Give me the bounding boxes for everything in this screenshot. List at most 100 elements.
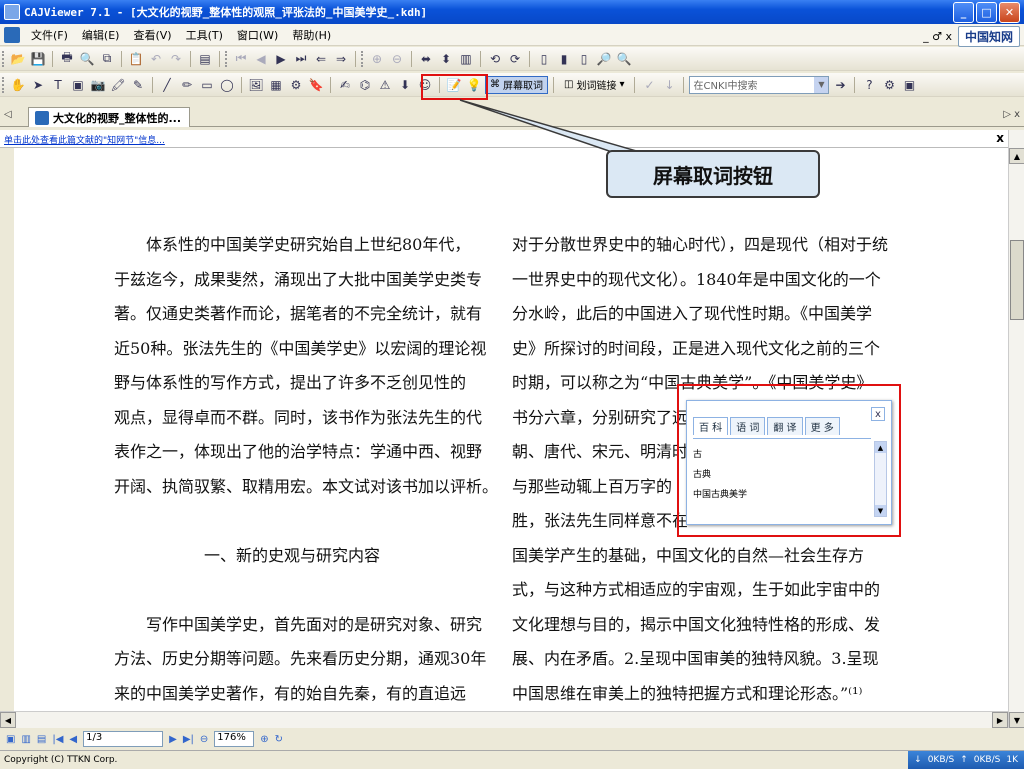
next-page-icon[interactable]: ▶ [272,50,290,68]
mdi-controls[interactable]: _ ♂ x [923,30,952,43]
menu-help[interactable]: 帮助(H) [285,27,338,43]
warning-icon[interactable]: ⚠ [376,76,394,94]
image-select-icon[interactable]: ▣ [69,76,87,94]
page-setup-icon[interactable]: ▤ [196,50,214,68]
facing-page-icon[interactable]: ▯ [575,50,593,68]
document-menu-icon[interactable] [4,26,20,43]
save-icon[interactable]: 💾 [29,50,47,68]
next-page-icon[interactable]: ▶ [169,734,177,745]
undo-icon[interactable]: ↶ [147,50,165,68]
tab-controls[interactable]: ▷ x [1003,109,1020,120]
close-button[interactable]: ✕ [999,2,1020,23]
tab-document[interactable]: 大文化的视野_整体性的... [28,107,191,127]
continuous-page-icon[interactable]: ▮ [555,50,573,68]
list-item[interactable]: 中国古典美学 [693,485,871,505]
cnki-button[interactable]: 中国知网 [957,26,1020,47]
search-go-icon[interactable]: ➔ [831,76,849,94]
list-item[interactable]: 古典 [693,465,871,485]
zoom-in-icon[interactable]: ⊕ [368,50,386,68]
bookmark-icon[interactable]: 🔖 [307,76,325,94]
magnify-plus-icon[interactable]: 🔍 [615,50,633,68]
ocr-icon[interactable]: ✍ [336,76,354,94]
menu-edit[interactable]: 编辑(E) [75,27,127,43]
outline-icon[interactable]: ▤ [37,734,46,745]
gear-icon[interactable]: ⚙ [287,76,305,94]
scroll-thumb[interactable] [1010,240,1024,320]
menu-file[interactable]: 文件(F) [24,27,75,43]
open-icon[interactable]: 📂 [9,50,27,68]
menu-window[interactable]: 窗口(W) [230,27,285,43]
hand-icon[interactable]: ✋ [9,76,27,94]
zoom-in-icon[interactable]: ⊕ [260,734,268,745]
cnki-search-input[interactable]: 在CNKI中搜索 ▼ [689,75,830,94]
disabled-tool-icon[interactable]: ✓ [640,76,658,94]
thumbnail-icon[interactable]: ▥ [21,734,30,745]
menu-tools[interactable]: 工具(T) [179,27,230,43]
translate-icon[interactable]: ⌬ [356,76,374,94]
prev-page-icon[interactable]: ◀ [252,50,270,68]
rectangle-icon[interactable]: ▭ [198,76,216,94]
screen-word-button[interactable]: ⌘ 屏幕取词 [485,75,548,94]
first-page-icon[interactable]: ⏮ [232,50,250,68]
maximize-button[interactable]: □ [976,2,997,23]
rotate-icon[interactable]: ↻ [275,734,283,745]
horizontal-scrollbar[interactable]: ◀ ▶ [0,711,1008,728]
knowledge-node-link[interactable]: 单击此处查看此篇文献的"知网节"信息... [4,133,165,146]
download-icon[interactable]: ⬇ [396,76,414,94]
vertical-scrollbar[interactable]: ▲ ▼ [1008,130,1024,728]
popup-tab-dictionary[interactable]: 语 词 [730,417,766,435]
scroll-left-button[interactable]: ◀ [0,712,16,728]
minimize-button[interactable]: _ [953,2,974,23]
stamp-icon[interactable]: ▦ [267,76,285,94]
columns-icon[interactable]: ▥ [457,50,475,68]
disabled-tool-2-icon[interactable]: ↓ [660,76,678,94]
prev-page-icon[interactable]: ◀ [69,734,77,745]
copy-icon[interactable]: ⧉ [98,50,116,68]
first-page-icon[interactable]: |◀ [52,734,63,745]
snapshot-icon[interactable]: 📷 [89,76,107,94]
chevron-down-icon[interactable]: ▼ [875,505,886,516]
select-arrow-icon[interactable]: ➤ [29,76,47,94]
fit-width-icon[interactable]: ⬌ [417,50,435,68]
tab-scroll-left[interactable]: ◁ [4,109,12,120]
word-link-button[interactable]: ◫ 划词链接 ▾ [559,76,629,94]
print-icon[interactable]: 🖶 [58,50,76,68]
image-icon[interactable]: 🖼 [247,76,265,94]
settings-icon[interactable]: ⚙ [880,76,898,94]
toolbar-grip[interactable] [2,50,5,67]
menu-view[interactable]: 查看(V) [126,27,178,43]
popup-tab-encyclopedia[interactable]: 百 科 [693,417,729,435]
last-page-icon[interactable]: ▶| [183,734,194,745]
scroll-right-button[interactable]: ▶ [992,712,1008,728]
popup-tab-translate[interactable]: 翻 译 [767,417,803,435]
fit-page-icon[interactable]: ⬍ [437,50,455,68]
help-icon[interactable]: ? [860,76,878,94]
text-select-icon[interactable]: T [49,76,67,94]
popup-tab-more[interactable]: 更 多 [804,417,840,435]
single-page-icon[interactable]: ▯ [535,50,553,68]
zoom-out-icon[interactable]: ⊖ [388,50,406,68]
ellipse-icon[interactable]: ◯ [218,76,236,94]
last-page-icon[interactable]: ⏭ [292,50,310,68]
highlight-icon[interactable]: 🖍 [109,76,127,94]
rotate-right-icon[interactable]: ⟳ [506,50,524,68]
chevron-down-icon[interactable]: ▼ [814,76,829,93]
pen-icon[interactable]: ✏ [178,76,196,94]
scroll-down-button[interactable]: ▼ [1009,712,1024,728]
chevron-up-icon[interactable]: ▲ [875,442,886,453]
note-icon[interactable]: ✎ [129,76,147,94]
rotate-icon[interactable]: ⟲ [486,50,504,68]
close-icon[interactable]: x [996,131,1004,145]
window-icon[interactable]: ▣ [900,76,918,94]
page-number-input[interactable]: 1/3 [83,731,164,747]
print-preview-icon[interactable]: 🔍 [78,50,96,68]
redo-icon[interactable]: ↷ [167,50,185,68]
list-item[interactable]: 古 [693,445,871,465]
zoom-input[interactable]: 176% [214,731,255,747]
view-mode-icon[interactable]: ▣ [6,734,15,745]
scroll-up-button[interactable]: ▲ [1009,148,1024,164]
zoom-out-icon[interactable]: ⊖ [200,734,208,745]
popup-scrollbar[interactable]: ▲ ▼ [874,441,887,517]
magnify-icon[interactable]: 🔎 [595,50,613,68]
paste-icon[interactable]: 📋 [127,50,145,68]
